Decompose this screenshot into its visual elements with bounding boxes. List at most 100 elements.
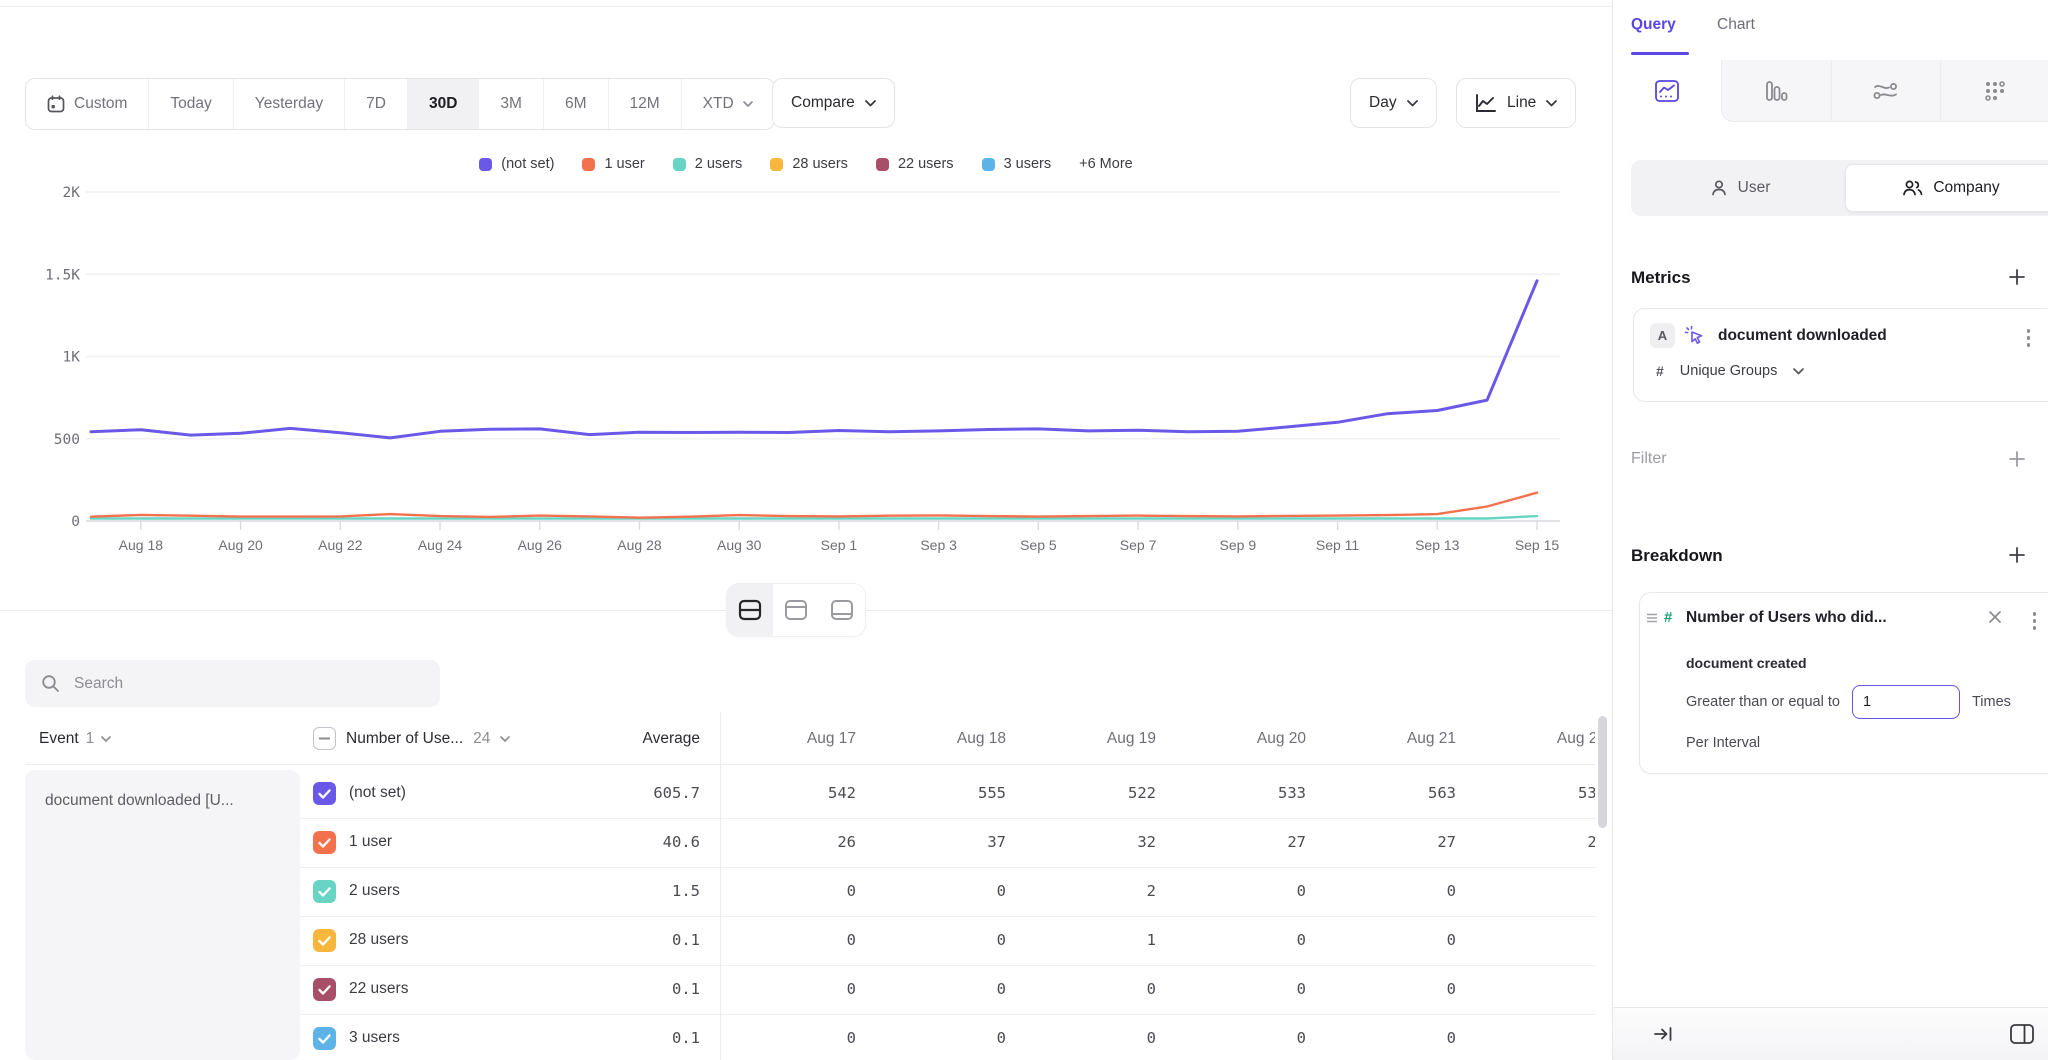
remove-breakdown-button[interactable] — [1988, 610, 2002, 629]
row-value: 0 — [1320, 931, 1470, 949]
group-count: 24 — [473, 730, 490, 748]
range-6m[interactable]: 6M — [544, 79, 609, 129]
svg-text:500: 500 — [54, 432, 80, 448]
row-value: 0 — [1170, 980, 1320, 998]
metric-card[interactable]: A document downloaded # Unique Groups — [1633, 308, 2048, 402]
range-today[interactable]: Today — [149, 79, 233, 129]
row-value: 27 — [1170, 833, 1320, 851]
row-value: 0 — [1320, 882, 1470, 900]
legend-item[interactable]: 3 users — [982, 156, 1052, 172]
table-row: 28 users0.1001000 — [300, 917, 1595, 966]
split-view-icon — [738, 599, 762, 621]
chart-type-line-tab[interactable] — [1613, 60, 1721, 122]
chart-type-bar-tab[interactable] — [1721, 60, 1830, 122]
breakdown-hash-icon: # — [1664, 609, 1672, 626]
metric-badge: A — [1650, 323, 1675, 348]
chevron-down-icon — [743, 101, 753, 107]
row-value: 27 — [1320, 833, 1470, 851]
table-only-toggle[interactable] — [819, 584, 865, 636]
row-value: 0 — [870, 882, 1020, 900]
row-value: 537 — [1470, 784, 1595, 802]
range-30d[interactable]: 30D — [408, 79, 479, 129]
row-value: 0 — [870, 980, 1020, 998]
chart-only-toggle[interactable] — [773, 584, 819, 636]
legend-swatch — [582, 158, 595, 171]
scope-user-label: User — [1738, 179, 1771, 197]
range-custom[interactable]: Custom — [26, 79, 149, 129]
chart-type-flow-tab[interactable] — [1831, 60, 1940, 122]
date-column-header: Aug 20 — [1170, 730, 1320, 748]
close-icon — [1988, 610, 2002, 624]
row-value: 0 — [720, 1029, 870, 1047]
event-column-header[interactable]: Event 1 — [39, 712, 111, 765]
event-name-cell[interactable]: document downloaded [U... — [25, 770, 300, 1060]
collapse-panel-icon[interactable] — [1653, 1024, 1675, 1044]
add-metric-button[interactable] — [2006, 266, 2028, 288]
drag-handle-icon[interactable] — [1646, 611, 1658, 629]
granularity-button[interactable]: Day — [1350, 78, 1437, 128]
table-row: 22 users0.1000000 — [300, 966, 1595, 1015]
table-scrollbar[interactable] — [1598, 716, 1607, 828]
row-checkbox[interactable] — [313, 978, 336, 1001]
scope-company-option[interactable]: Company — [1845, 164, 2048, 212]
row-checkbox[interactable] — [313, 929, 336, 952]
range-12m[interactable]: 12M — [609, 79, 682, 129]
check-icon — [318, 1034, 331, 1044]
legend-item[interactable]: 1 user — [582, 156, 644, 172]
tab-query[interactable]: Query — [1631, 16, 1676, 34]
tab-chart[interactable]: Chart — [1717, 16, 1755, 34]
event-name: document downloaded [U... — [45, 792, 300, 810]
row-checkbox[interactable] — [313, 831, 336, 854]
split-view-toggle[interactable] — [727, 584, 773, 636]
chevron-down-icon[interactable] — [500, 736, 510, 742]
row-value: 0 — [870, 931, 1020, 949]
compare-label: Compare — [791, 94, 855, 112]
search-box — [25, 660, 440, 707]
range-7d[interactable]: 7D — [345, 79, 408, 129]
indeterminate-icon — [319, 737, 330, 740]
date-column-header: Aug 21 — [1320, 730, 1470, 748]
range-yesterday[interactable]: Yesterday — [234, 79, 345, 129]
chevron-down-icon — [1546, 100, 1557, 107]
compare-button[interactable]: Compare — [772, 78, 895, 128]
svg-text:0: 0 — [71, 514, 80, 530]
svg-text:Sep 1: Sep 1 — [821, 537, 858, 553]
svg-text:2K: 2K — [63, 185, 81, 201]
active-tab-underline — [1631, 52, 1689, 55]
legend-item[interactable]: 28 users — [770, 156, 848, 172]
legend-swatch — [876, 158, 889, 171]
line-chart-icon — [1475, 93, 1497, 113]
aggregation-symbol: # — [1656, 363, 1664, 379]
aggregation-selector[interactable]: # Unique Groups — [1656, 363, 1804, 379]
add-filter-button[interactable] — [2006, 448, 2028, 470]
row-checkbox[interactable] — [313, 880, 336, 903]
date-range-group: CustomTodayYesterday7D30D3M6M12MXTD — [25, 78, 775, 130]
check-icon — [318, 936, 331, 946]
row-value: 522 — [1020, 784, 1170, 802]
range-3m[interactable]: 3M — [479, 79, 544, 129]
add-breakdown-button[interactable] — [2006, 544, 2028, 566]
row-checkbox[interactable] — [313, 1027, 336, 1050]
search-input[interactable] — [72, 674, 424, 694]
condition-value-input[interactable] — [1852, 685, 1960, 719]
legend-item[interactable]: 22 users — [876, 156, 954, 172]
range-xtd[interactable]: XTD — [682, 79, 774, 129]
legend-item[interactable]: (not set) — [479, 156, 554, 172]
chevron-down-icon — [101, 736, 111, 742]
metrics-section-title: Metrics — [1631, 268, 1691, 288]
check-icon — [318, 985, 331, 995]
row-checkbox[interactable] — [313, 782, 336, 805]
select-all-checkbox[interactable] — [313, 727, 336, 750]
breakdown-kebab-menu[interactable] — [2029, 608, 2041, 634]
legend-more[interactable]: +6 More — [1079, 156, 1133, 172]
metric-kebab-menu[interactable] — [2023, 325, 2035, 351]
chart-style-button[interactable]: Line — [1456, 78, 1576, 128]
table-header-divider — [25, 764, 1595, 765]
svg-text:Aug 22: Aug 22 — [318, 537, 363, 553]
row-value: 0 — [1320, 980, 1470, 998]
legend-item[interactable]: 2 users — [673, 156, 743, 172]
chart-type-more-tab[interactable] — [1940, 60, 2048, 122]
scope-user-option[interactable]: User — [1635, 164, 1845, 212]
table-only-icon — [830, 599, 854, 621]
side-panel-toggle-icon[interactable] — [2009, 1022, 2035, 1046]
